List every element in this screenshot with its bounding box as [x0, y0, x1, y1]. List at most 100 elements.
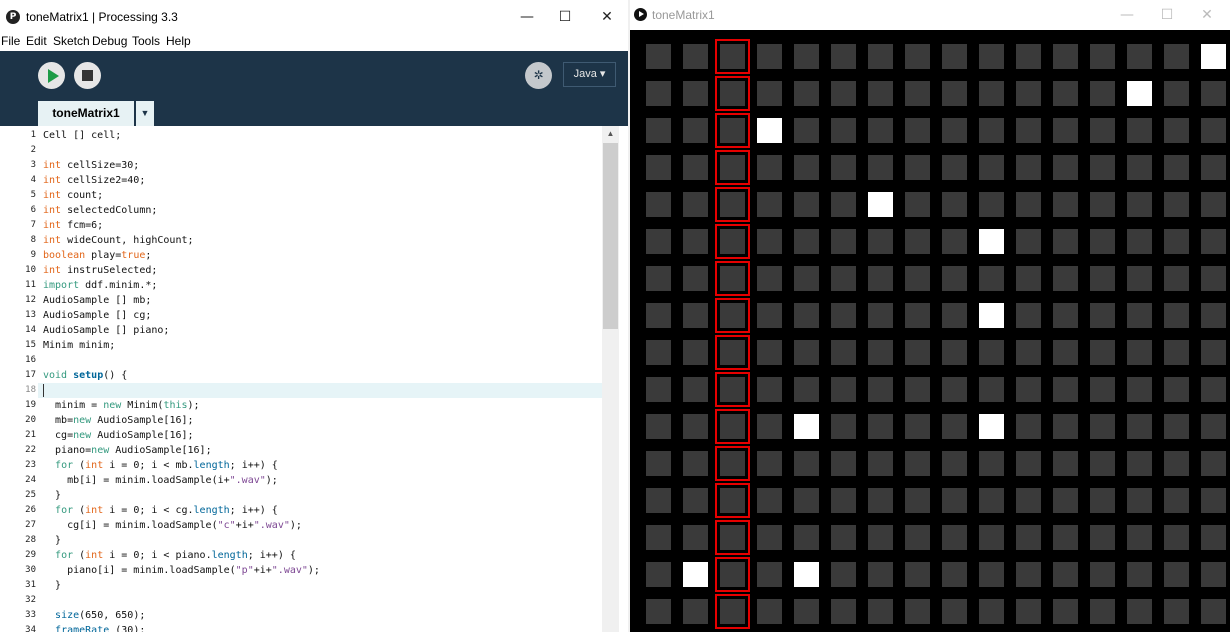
matrix-cell[interactable] [1053, 599, 1078, 624]
debugger-button[interactable]: ✲ [525, 62, 552, 89]
matrix-cell[interactable] [757, 488, 782, 513]
matrix-cell[interactable] [646, 229, 671, 254]
matrix-cell[interactable] [646, 377, 671, 402]
matrix-cell[interactable] [1201, 192, 1226, 217]
code-line[interactable]: int selectedColumn; [43, 203, 157, 218]
matrix-cell[interactable] [1201, 266, 1226, 291]
matrix-cell[interactable] [1090, 155, 1115, 180]
matrix-cell[interactable] [646, 525, 671, 550]
matrix-cell[interactable] [831, 525, 856, 550]
code-line[interactable]: cg=new AudioSample[16]; [43, 428, 194, 443]
matrix-cell[interactable] [979, 303, 1004, 328]
code-line[interactable]: mb=new AudioSample[16]; [43, 413, 194, 428]
matrix-cell[interactable] [1127, 377, 1152, 402]
matrix-cell[interactable] [1053, 118, 1078, 143]
matrix-cell[interactable] [905, 377, 930, 402]
matrix-cell[interactable] [831, 266, 856, 291]
matrix-cell[interactable] [757, 266, 782, 291]
matrix-cell[interactable] [757, 525, 782, 550]
code-line[interactable]: } [43, 533, 61, 548]
matrix-cell[interactable] [715, 261, 750, 296]
matrix-cell[interactable] [1053, 303, 1078, 328]
matrix-cell[interactable] [831, 155, 856, 180]
matrix-cell[interactable] [646, 155, 671, 180]
matrix-cell[interactable] [1053, 155, 1078, 180]
matrix-cell[interactable] [1016, 488, 1041, 513]
matrix-cell[interactable] [1127, 155, 1152, 180]
matrix-cell[interactable] [942, 377, 967, 402]
matrix-cell[interactable] [868, 414, 893, 439]
code-line[interactable]: piano[i] = minim.loadSample("p"+i+".wav"… [43, 563, 320, 578]
matrix-cell[interactable] [683, 229, 708, 254]
matrix-cell[interactable] [979, 118, 1004, 143]
matrix-cell[interactable] [794, 414, 819, 439]
matrix-cell[interactable] [1053, 44, 1078, 69]
code-line[interactable]: int wideCount, highCount; [43, 233, 194, 248]
matrix-cell[interactable] [646, 414, 671, 439]
matrix-cell[interactable] [1127, 562, 1152, 587]
matrix-cell[interactable] [868, 118, 893, 143]
matrix-cell[interactable] [1164, 192, 1189, 217]
matrix-cell[interactable] [942, 44, 967, 69]
matrix-cell[interactable] [683, 44, 708, 69]
matrix-cell[interactable] [831, 562, 856, 587]
code-line[interactable]: Cell [] cell; [43, 128, 121, 143]
matrix-cell[interactable] [905, 229, 930, 254]
matrix-cell[interactable] [942, 525, 967, 550]
scroll-up-icon[interactable]: ▲ [602, 126, 619, 142]
matrix-cell[interactable] [1164, 451, 1189, 476]
matrix-cell[interactable] [715, 76, 750, 111]
matrix-cell[interactable] [794, 303, 819, 328]
matrix-cell[interactable] [1201, 377, 1226, 402]
matrix-cell[interactable] [979, 192, 1004, 217]
matrix-cell[interactable] [1164, 303, 1189, 328]
matrix-cell[interactable] [683, 562, 708, 587]
matrix-cell[interactable] [868, 266, 893, 291]
matrix-cell[interactable] [905, 562, 930, 587]
matrix-cell[interactable] [715, 446, 750, 481]
matrix-cell[interactable] [715, 520, 750, 555]
matrix-cell[interactable] [942, 192, 967, 217]
matrix-cell[interactable] [1164, 488, 1189, 513]
code-line[interactable]: void setup() { [43, 368, 127, 383]
matrix-cell[interactable] [1127, 192, 1152, 217]
matrix-cell[interactable] [905, 525, 930, 550]
matrix-cell[interactable] [979, 44, 1004, 69]
matrix-cell[interactable] [942, 303, 967, 328]
stop-button[interactable] [74, 62, 101, 89]
matrix-cell[interactable] [1090, 525, 1115, 550]
matrix-cell[interactable] [979, 525, 1004, 550]
matrix-cell[interactable] [942, 562, 967, 587]
matrix-cell[interactable] [1127, 488, 1152, 513]
code-line[interactable]: int cellSize2=40; [43, 173, 145, 188]
matrix-cell[interactable] [1053, 229, 1078, 254]
matrix-cell[interactable] [1090, 81, 1115, 106]
matrix-cell[interactable] [757, 192, 782, 217]
sketch-minimize-button[interactable]: — [1112, 4, 1142, 26]
matrix-cell[interactable] [905, 192, 930, 217]
matrix-cell[interactable] [905, 118, 930, 143]
matrix-cell[interactable] [979, 155, 1004, 180]
matrix-cell[interactable] [868, 81, 893, 106]
code-line[interactable]: AudioSample [] mb; [43, 293, 151, 308]
matrix-cell[interactable] [1016, 377, 1041, 402]
matrix-cell[interactable] [1053, 525, 1078, 550]
mode-selector[interactable]: Java ▾ [563, 62, 616, 87]
matrix-cell[interactable] [1201, 340, 1226, 365]
matrix-cell[interactable] [715, 39, 750, 74]
matrix-cell[interactable] [831, 488, 856, 513]
matrix-cell[interactable] [794, 229, 819, 254]
menu-tools[interactable]: Tools [132, 34, 160, 48]
matrix-cell[interactable] [1016, 118, 1041, 143]
matrix-cell[interactable] [1127, 451, 1152, 476]
matrix-cell[interactable] [715, 187, 750, 222]
matrix-cell[interactable] [868, 340, 893, 365]
code-line[interactable]: } [43, 488, 61, 503]
matrix-cell[interactable] [715, 224, 750, 259]
matrix-cell[interactable] [646, 303, 671, 328]
matrix-cell[interactable] [715, 150, 750, 185]
matrix-cell[interactable] [831, 414, 856, 439]
matrix-cell[interactable] [683, 81, 708, 106]
matrix-cell[interactable] [1090, 192, 1115, 217]
menu-edit[interactable]: Edit [26, 34, 47, 48]
